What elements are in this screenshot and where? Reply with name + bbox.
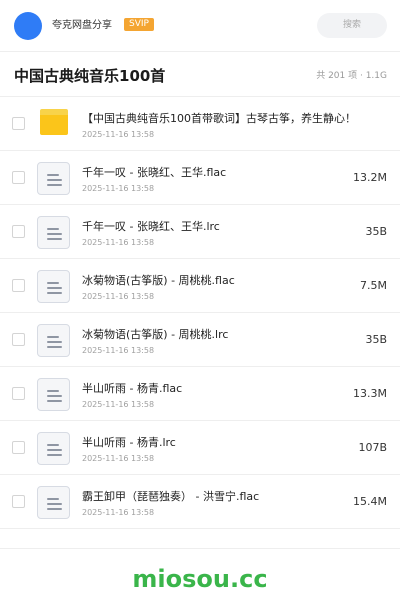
site-watermark: miosou.cc <box>132 565 268 593</box>
list-item[interactable]: 千年一叹 - 张晓红、王华.lrc 2025-11-16 13:58 35B <box>0 205 400 259</box>
folder-icon <box>40 109 68 135</box>
item-size: 7.5M <box>360 279 387 292</box>
footer: miosou.cc <box>0 548 400 600</box>
item-date: 2025-11-16 13:58 <box>82 400 155 409</box>
item-name: 冰菊物语(古筝版) - 周桃桃.flac <box>82 274 235 287</box>
item-name: 半山听雨 - 杨青.flac <box>82 382 183 395</box>
file-icon <box>37 378 70 411</box>
avatar[interactable] <box>14 12 42 40</box>
item-size: 13.3M <box>353 387 387 400</box>
select-checkbox[interactable] <box>12 387 25 400</box>
item-date: 2025-11-16 13:58 <box>82 508 155 517</box>
file-icon <box>37 270 70 303</box>
item-date: 2025-11-16 13:58 <box>82 346 155 355</box>
item-date: 2025-11-16 13:58 <box>82 238 155 247</box>
select-checkbox[interactable] <box>12 171 25 184</box>
list-item[interactable]: 冰菊物语(古筝版) - 周桃桃.flac 2025-11-16 13:58 7.… <box>0 259 400 313</box>
file-icon <box>37 216 70 249</box>
select-checkbox[interactable] <box>12 279 25 292</box>
svip-badge: SVIP <box>124 18 154 31</box>
item-name: 千年一叹 - 张晓红、王华.lrc <box>82 220 220 233</box>
list-item[interactable]: 半山听雨 - 杨青.lrc 2025-11-16 13:58 107B <box>0 421 400 475</box>
select-checkbox[interactable] <box>12 225 25 238</box>
item-size: 35B <box>365 225 387 238</box>
item-size: 15.4M <box>353 495 387 508</box>
share-title-row: 中国古典纯音乐100首 共 201 项 · 1.1G <box>0 52 400 97</box>
select-checkbox[interactable] <box>12 117 25 130</box>
select-checkbox[interactable] <box>12 495 25 508</box>
item-date: 2025-11-16 13:58 <box>82 292 155 301</box>
item-size: 107B <box>358 441 387 454</box>
select-checkbox[interactable] <box>12 441 25 454</box>
list-item[interactable]: 冰菊物语(古筝版) - 周桃桃.lrc 2025-11-16 13:58 35B <box>0 313 400 367</box>
share-meta: 共 201 项 · 1.1G <box>316 71 387 81</box>
file-list: 【中国古典纯音乐100首带歌词】古琴古筝，养生静心！ 2025-11-16 13… <box>0 97 400 529</box>
file-icon <box>37 432 70 465</box>
file-icon <box>37 324 70 357</box>
search-input[interactable]: 搜索 <box>317 13 387 38</box>
list-item-folder[interactable]: 【中国古典纯音乐100首带歌词】古琴古筝，养生静心！ 2025-11-16 13… <box>0 97 400 151</box>
item-name: 半山听雨 - 杨青.lrc <box>82 436 176 449</box>
list-item[interactable]: 霸王卸甲（琵琶独奏） - 洪雪宁.flac 2025-11-16 13:58 1… <box>0 475 400 529</box>
list-item[interactable]: 千年一叹 - 张晓红、王华.flac 2025-11-16 13:58 13.2… <box>0 151 400 205</box>
item-name: 【中国古典纯音乐100首带歌词】古琴古筝，养生静心！ <box>82 112 356 125</box>
select-checkbox[interactable] <box>12 333 25 346</box>
file-icon <box>37 486 70 519</box>
item-name: 冰菊物语(古筝版) - 周桃桃.lrc <box>82 328 229 341</box>
item-date: 2025-11-16 13:58 <box>82 184 155 193</box>
file-icon <box>37 162 70 195</box>
top-bar: 夸克网盘分享 SVIP 搜索 <box>0 0 400 52</box>
list-item[interactable]: 半山听雨 - 杨青.flac 2025-11-16 13:58 13.3M <box>0 367 400 421</box>
owner-name[interactable]: 夸克网盘分享 <box>52 19 112 33</box>
page-title: 中国古典纯音乐100首 <box>14 67 166 85</box>
item-size: 35B <box>365 333 387 346</box>
item-date: 2025-11-16 13:58 <box>82 454 155 463</box>
item-name: 霸王卸甲（琵琶独奏） - 洪雪宁.flac <box>82 490 260 503</box>
item-name: 千年一叹 - 张晓红、王华.flac <box>82 166 227 179</box>
item-size: 13.2M <box>353 171 387 184</box>
item-date: 2025-11-16 13:58 <box>82 130 155 139</box>
